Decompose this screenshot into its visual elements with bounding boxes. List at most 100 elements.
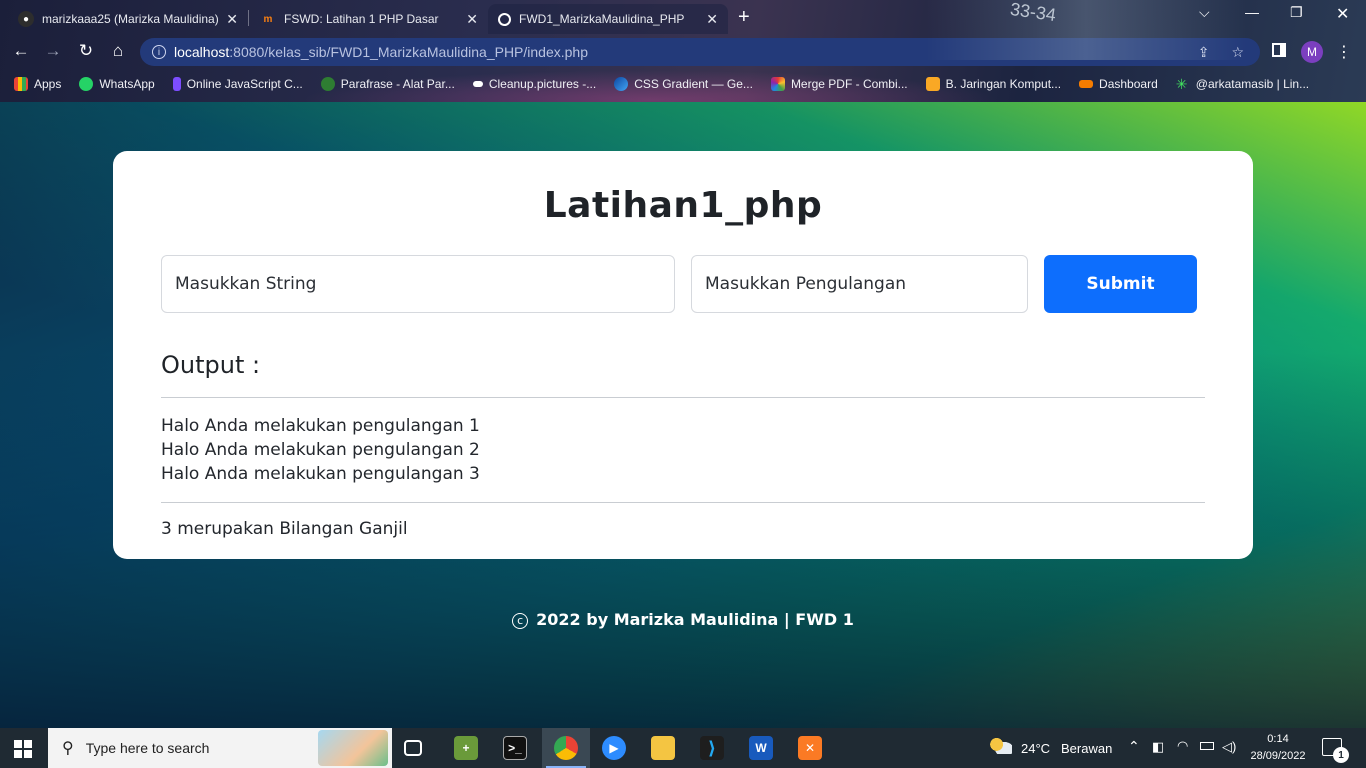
browser-toolbar: ← → ↻ ⌂ i localhost :8080/kelas_sib/FWD1…	[0, 36, 1366, 68]
divider	[161, 397, 1205, 398]
taskbar: ⚲ Type here to search + >_ ▶ ⟩ W ✕ 24°C …	[0, 728, 1366, 768]
string-input[interactable]: Masukkan String	[161, 255, 675, 313]
close-window-icon[interactable]: ✕	[1336, 4, 1349, 24]
tab-label: FSWD: Latihan 1 PHP Dasar	[284, 12, 439, 26]
whatsapp-icon	[79, 77, 94, 91]
bookmark-dashboard[interactable]: Dashboard	[1079, 77, 1158, 91]
browser-chrome: ● marizkaaa25 (Marizka Maulidina) ✕ m FS…	[0, 0, 1366, 102]
zoom-icon[interactable]: ▶	[602, 736, 626, 760]
weather-desc[interactable]: Berawan	[1061, 741, 1112, 756]
notification-badge: 1	[1333, 747, 1349, 763]
tab-github[interactable]: ● marizkaaa25 (Marizka Maulidina) ✕	[8, 4, 248, 34]
tab-label: marizkaaa25 (Marizka Maulidina)	[42, 12, 219, 26]
weather-temp[interactable]: 24°C	[1021, 741, 1050, 756]
moodle-icon: m	[263, 13, 273, 25]
merge-pdf-icon	[770, 77, 785, 91]
tab-label: FWD1_MarizkaMaulidina_PHP	[519, 12, 685, 26]
close-icon[interactable]: ✕	[226, 11, 238, 28]
bookmark-star-icon[interactable]: ☆	[1231, 44, 1244, 61]
share-icon[interactable]: ⇪	[1198, 44, 1210, 61]
form-card: Latihan1_php Masukkan String Masukkan Pe…	[113, 151, 1253, 559]
notepad-plus-icon[interactable]: +	[454, 736, 478, 760]
footer-text: 2022 by Marizka Maulidina | FWD 1	[536, 610, 854, 629]
notification-center-icon[interactable]: 1	[1322, 738, 1349, 763]
bookmarks-bar: Apps WhatsApp Online JavaScript C... Par…	[0, 72, 1366, 96]
windows-start-icon[interactable]	[14, 740, 32, 758]
submit-button[interactable]: Submit	[1044, 255, 1197, 313]
bookmark-css-gradient[interactable]: CSS Gradient — Ge...	[614, 77, 753, 91]
output-line: Halo Anda melakukan pengulangan 1	[161, 416, 480, 436]
paraphrase-icon	[320, 77, 335, 91]
tab-fwd1-active[interactable]: FWD1_MarizkaMaulidina_PHP ✕	[488, 4, 728, 34]
cleanup-icon	[472, 81, 483, 87]
css-gradient-icon	[614, 77, 629, 91]
xampp-icon[interactable]: ✕	[798, 736, 822, 760]
profile-avatar[interactable]: M	[1301, 41, 1323, 63]
footer: c 2022 by Marizka Maulidina | FWD 1	[0, 610, 1366, 629]
compiler-icon	[172, 77, 181, 91]
volume-icon[interactable]: ◁)	[1222, 739, 1236, 755]
weather-icon	[990, 738, 1012, 754]
bookmark-parafrase[interactable]: Parafrase - Alat Par...	[320, 77, 455, 91]
output-line: Halo Anda melakukan pengulangan 3	[161, 464, 480, 484]
bookmark-js-compiler[interactable]: Online JavaScript C...	[172, 77, 303, 91]
bookmark-cleanup[interactable]: Cleanup.pictures -...	[472, 77, 596, 91]
parity-result: 3 merupakan Bilangan Ganjil	[161, 519, 408, 539]
forward-arrow-icon[interactable]: →	[42, 41, 64, 61]
bookmark-jaringan[interactable]: B. Jaringan Komput...	[925, 77, 1061, 91]
menu-dots-icon[interactable]: ⋮	[1336, 42, 1352, 62]
url-path: :8080/kelas_sib/FWD1_MarizkaMaulidina_PH…	[229, 44, 589, 60]
taskbar-search[interactable]: ⚲ Type here to search	[48, 728, 392, 768]
globe-icon	[498, 12, 511, 26]
wifi-icon[interactable]: ◠	[1177, 738, 1188, 754]
repeat-count-input[interactable]: Masukkan Pengulangan	[691, 255, 1028, 313]
chevron-up-icon[interactable]: ⌃	[1128, 738, 1140, 755]
close-icon[interactable]: ✕	[706, 11, 718, 28]
new-tab-button[interactable]: +	[738, 6, 750, 29]
bookmark-whatsapp[interactable]: WhatsApp	[79, 77, 155, 91]
search-placeholder: Type here to search	[85, 740, 210, 756]
side-panel-icon[interactable]	[1272, 43, 1286, 57]
file-explorer-icon[interactable]	[651, 736, 675, 760]
output-line: Halo Anda melakukan pengulangan 2	[161, 440, 480, 460]
back-arrow-icon[interactable]: ←	[10, 41, 32, 61]
apps-grid-icon	[14, 77, 28, 91]
moodle-icon	[1079, 80, 1094, 88]
bookmark-apps[interactable]: Apps	[14, 77, 61, 91]
close-icon[interactable]: ✕	[466, 11, 478, 28]
doc-icon	[925, 77, 940, 91]
task-view-icon[interactable]	[404, 740, 422, 756]
copyright-icon: c	[512, 613, 529, 629]
page-background: Latihan1_php Masukkan String Masukkan Pe…	[0, 102, 1366, 728]
bookmark-linktree[interactable]: ✳ @arkatamasib | Lin...	[1176, 77, 1309, 91]
vscode-icon[interactable]: ⟩	[700, 736, 724, 760]
output-heading: Output :	[161, 351, 261, 379]
clock-date: 28/09/2022	[1250, 750, 1306, 762]
linktree-icon: ✳	[1175, 76, 1188, 92]
background-digits: 33-34	[1008, 0, 1058, 26]
tab-fswd[interactable]: m FSWD: Latihan 1 PHP Dasar ✕	[250, 4, 488, 34]
reload-icon[interactable]: ↻	[75, 41, 97, 61]
minimize-icon[interactable]: —	[1245, 4, 1259, 20]
clock-time: 0:14	[1267, 733, 1289, 745]
tab-divider	[248, 10, 249, 26]
bookmark-merge-pdf[interactable]: Merge PDF - Combi...	[770, 77, 908, 91]
home-icon[interactable]: ⌂	[107, 41, 129, 61]
tab-strip: ● marizkaaa25 (Marizka Maulidina) ✕ m FS…	[0, 0, 1366, 34]
address-bar[interactable]: i localhost :8080/kelas_sib/FWD1_Marizka…	[140, 38, 1260, 66]
page-title: Latihan1_php	[543, 185, 823, 226]
site-info-icon[interactable]: i	[152, 45, 166, 59]
word-icon[interactable]: W	[749, 736, 773, 760]
output-list: Halo Anda melakukan pengulangan 1 Halo A…	[161, 414, 480, 486]
meet-icon[interactable]: ◧	[1152, 739, 1164, 755]
terminal-icon[interactable]: >_	[503, 736, 527, 760]
restore-icon[interactable]: ❐	[1290, 4, 1303, 21]
tab-search-chevron-icon[interactable]: ⌵	[1199, 4, 1210, 21]
divider	[161, 502, 1205, 503]
chrome-icon[interactable]	[554, 736, 578, 760]
search-icon: ⚲	[62, 740, 74, 757]
battery-icon[interactable]	[1200, 742, 1214, 750]
clock[interactable]: 0:14 28/09/2022	[1248, 731, 1308, 765]
url-host: localhost	[174, 44, 230, 60]
github-icon: ●	[18, 11, 34, 27]
